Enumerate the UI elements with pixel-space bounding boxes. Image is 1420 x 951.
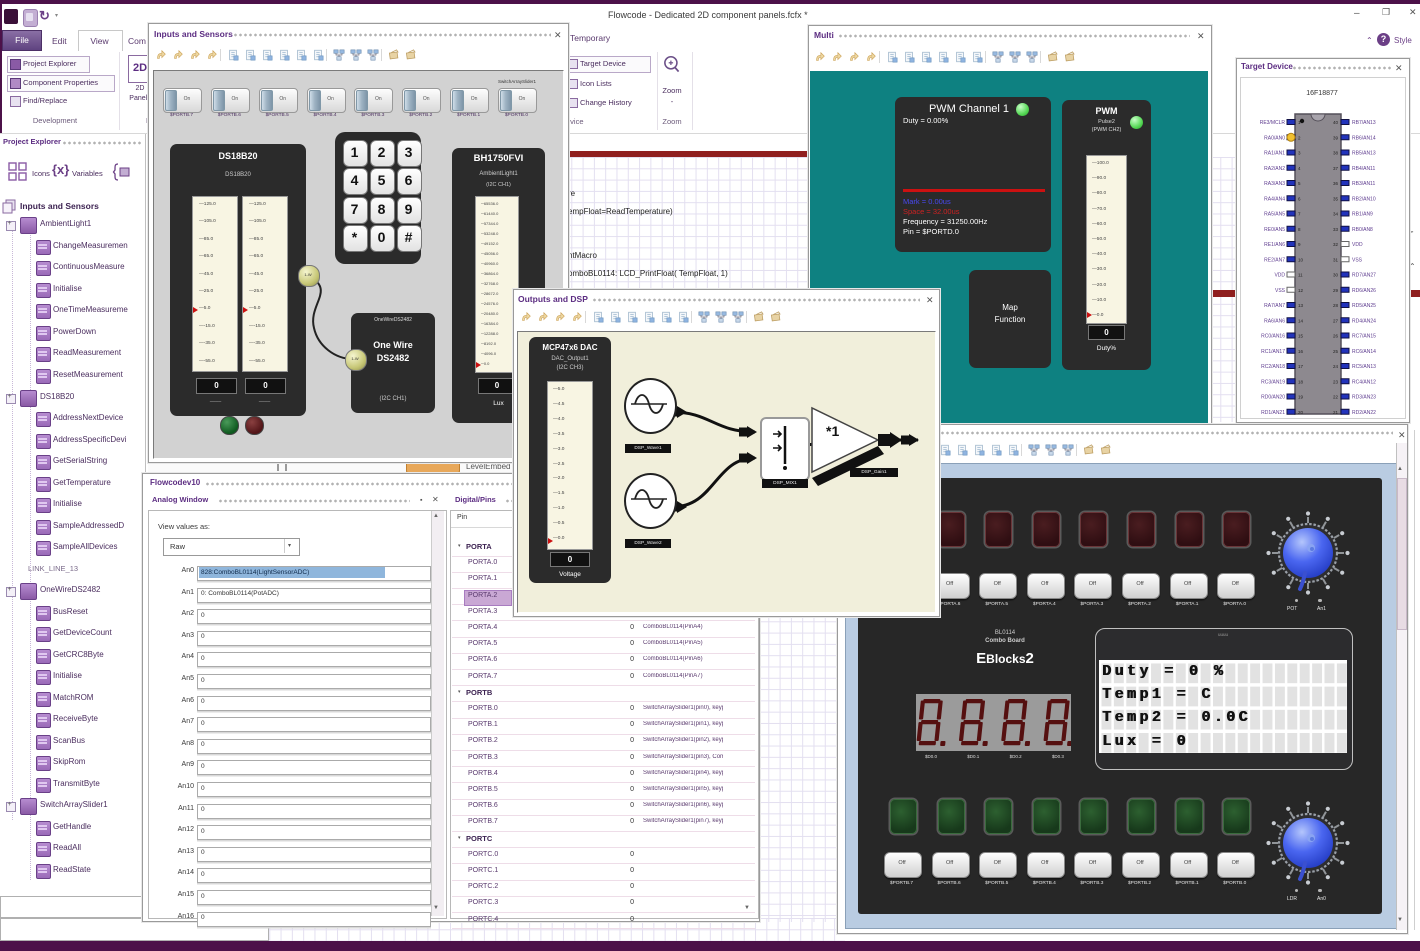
svg-text:RC2/AN18: RC2/AN18	[1261, 364, 1285, 370]
svg-text:RB7/AN13: RB7/AN13	[1352, 120, 1376, 126]
svg-text:RD0/AN20: RD0/AN20	[1261, 395, 1285, 401]
svg-text:RE2/AN7: RE2/AN7	[1264, 257, 1285, 263]
svg-text:RA4/AN4: RA4/AN4	[1264, 196, 1285, 202]
svg-text:RB0/AN8: RB0/AN8	[1352, 227, 1373, 233]
svg-text:RB6/AN14: RB6/AN14	[1352, 135, 1376, 141]
svg-text:RA3/AN3: RA3/AN3	[1264, 181, 1285, 187]
svg-text:36: 36	[1333, 181, 1339, 186]
svg-text:RA5/AN5: RA5/AN5	[1264, 212, 1285, 218]
svg-text:RA0/AN0: RA0/AN0	[1264, 135, 1285, 141]
svg-text:10: 10	[1298, 257, 1304, 262]
svg-text:16: 16	[1298, 349, 1304, 354]
svg-text:RD6/AN26: RD6/AN26	[1352, 288, 1376, 294]
svg-text:31: 31	[1333, 257, 1339, 262]
svg-text:20: 20	[1298, 410, 1304, 415]
svg-text:VSS: VSS	[1275, 288, 1286, 294]
svg-text:32: 32	[1333, 242, 1339, 247]
svg-text:29: 29	[1333, 288, 1339, 293]
svg-text:*1: *1	[826, 423, 839, 439]
svg-text:RD7/AN27: RD7/AN27	[1352, 273, 1376, 279]
svg-text:27: 27	[1333, 318, 1339, 323]
svg-text:38: 38	[1333, 151, 1339, 156]
svg-text:23: 23	[1333, 379, 1339, 384]
svg-text:VSS: VSS	[1352, 257, 1363, 263]
svg-text:RC7/AN15: RC7/AN15	[1352, 334, 1376, 340]
svg-text:19: 19	[1298, 395, 1304, 400]
svg-text:35: 35	[1333, 196, 1339, 201]
svg-text:21: 21	[1333, 410, 1339, 415]
svg-text:RC6/AN14: RC6/AN14	[1352, 349, 1376, 355]
svg-text:VDD: VDD	[1352, 242, 1363, 248]
svg-text:RE1/AN6: RE1/AN6	[1264, 242, 1285, 248]
svg-text:39: 39	[1333, 135, 1339, 140]
svg-text:RD3/AN23: RD3/AN23	[1352, 395, 1376, 401]
svg-text:RC4/AN12: RC4/AN12	[1352, 379, 1376, 385]
svg-text:RD5/AN25: RD5/AN25	[1352, 303, 1376, 309]
svg-text:RB2/AN10: RB2/AN10	[1352, 196, 1376, 202]
svg-text:25: 25	[1333, 349, 1339, 354]
svg-text:RB5/AN13: RB5/AN13	[1352, 151, 1376, 157]
svg-text:28: 28	[1333, 303, 1339, 308]
svg-text:RB4/AN11: RB4/AN11	[1352, 166, 1375, 172]
svg-text:RC1/AN17: RC1/AN17	[1261, 349, 1285, 355]
svg-text:RC5/AN13: RC5/AN13	[1352, 364, 1376, 370]
svg-text:37: 37	[1333, 166, 1339, 171]
svg-text:13: 13	[1298, 303, 1304, 308]
svg-text:VDD: VDD	[1274, 273, 1285, 279]
svg-text:34: 34	[1333, 212, 1339, 217]
svg-text:30: 30	[1333, 273, 1339, 278]
svg-text:RC0/AN16: RC0/AN16	[1261, 334, 1285, 340]
svg-text:15: 15	[1298, 334, 1304, 339]
svg-text:RE3/MCLR: RE3/MCLR	[1260, 120, 1286, 126]
svg-text:26: 26	[1333, 334, 1339, 339]
svg-text:17: 17	[1298, 364, 1304, 369]
svg-text:RB3/AN11: RB3/AN11	[1352, 181, 1375, 187]
svg-text:11: 11	[1298, 273, 1303, 278]
svg-text:12: 12	[1298, 288, 1304, 293]
svg-text:40: 40	[1333, 120, 1339, 125]
svg-text:33: 33	[1333, 227, 1339, 232]
svg-text:RD1/AN21: RD1/AN21	[1261, 410, 1285, 416]
svg-text:24: 24	[1333, 364, 1339, 369]
svg-text:RA1/AN1: RA1/AN1	[1264, 151, 1285, 157]
svg-text:RE0/AN5: RE0/AN5	[1264, 227, 1285, 233]
svg-text:RD4/AN24: RD4/AN24	[1352, 318, 1376, 324]
svg-text:RA7/AN7: RA7/AN7	[1264, 303, 1285, 309]
svg-text:RA6/AN6: RA6/AN6	[1264, 318, 1285, 324]
svg-text:RA2/AN2: RA2/AN2	[1264, 166, 1285, 172]
svg-text:RC3/AN19: RC3/AN19	[1261, 379, 1285, 385]
svg-text:RD2/AN22: RD2/AN22	[1352, 410, 1376, 416]
svg-text:14: 14	[1298, 318, 1304, 323]
svg-text:18: 18	[1298, 379, 1304, 384]
svg-text:RB1/AN9: RB1/AN9	[1352, 212, 1373, 218]
svg-text:22: 22	[1333, 395, 1339, 400]
